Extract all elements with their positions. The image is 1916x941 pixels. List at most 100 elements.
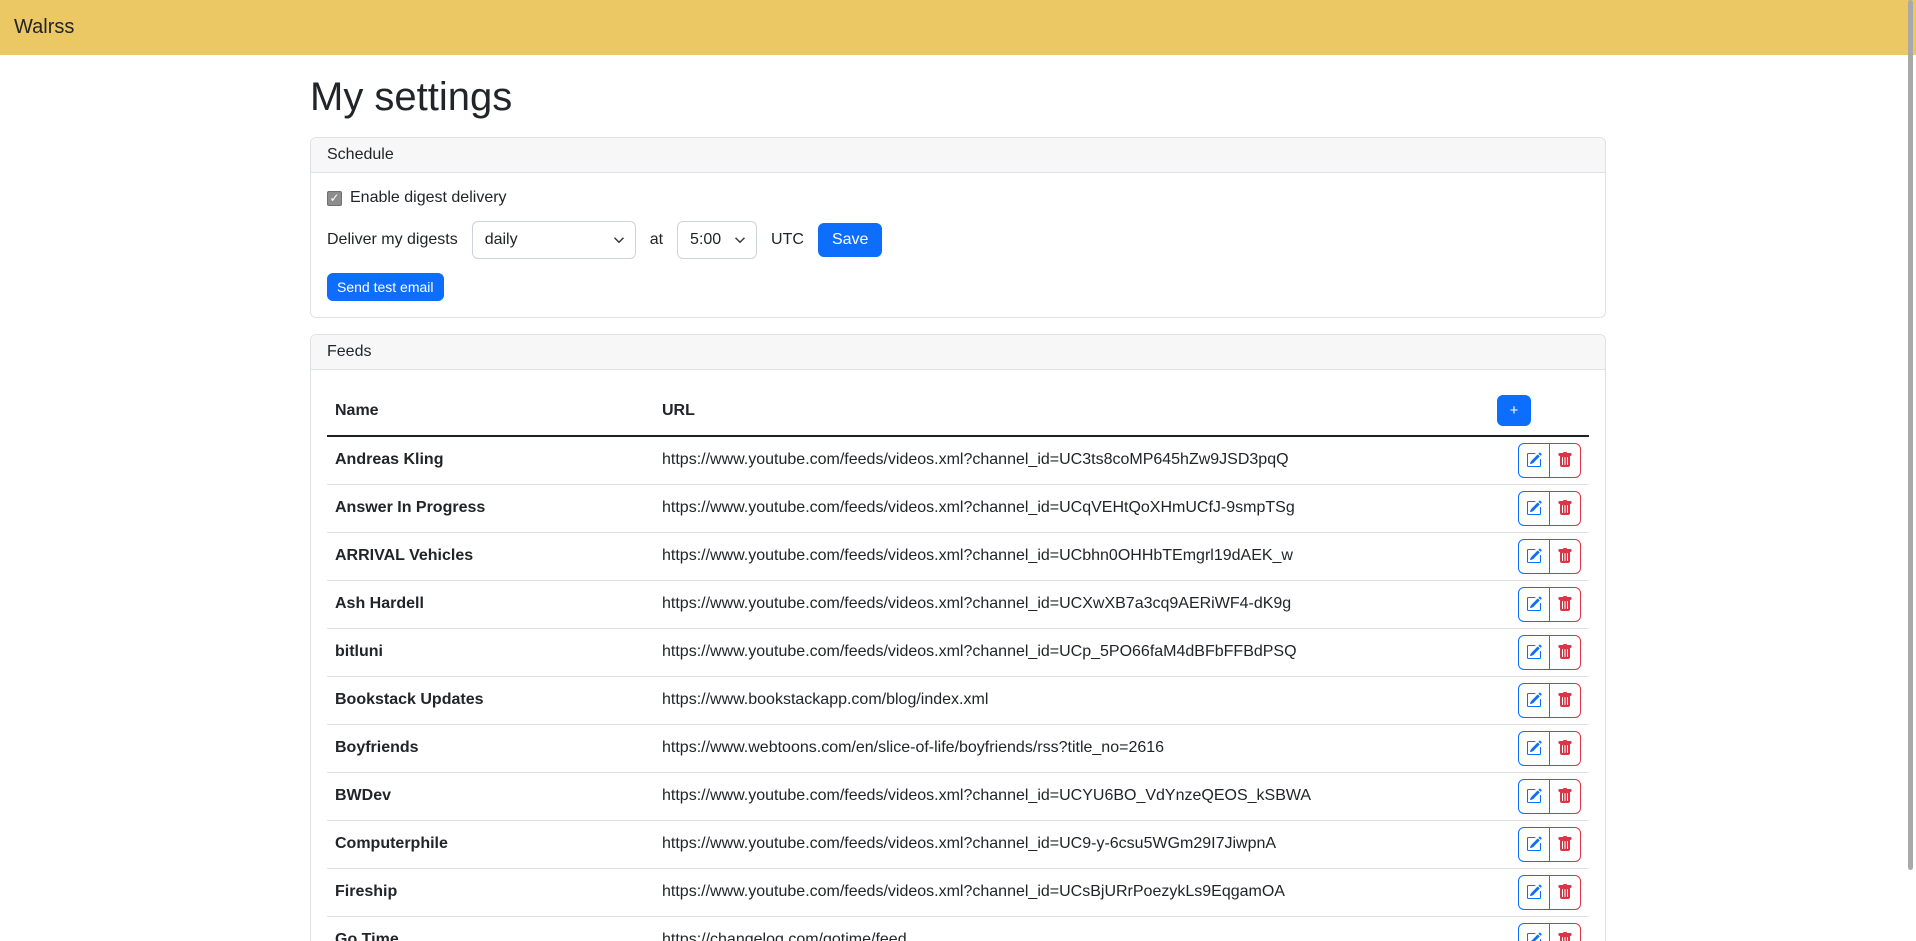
enable-digest-checkbox[interactable]: ✓ <box>327 191 342 206</box>
enable-digest-label: Enable digest delivery <box>350 189 507 207</box>
feed-name: BWDev <box>327 772 654 820</box>
feed-url: https://www.youtube.com/feeds/videos.xml… <box>654 772 1489 820</box>
trash-icon <box>1557 452 1573 468</box>
vertical-scrollbar[interactable] <box>1908 0 1913 870</box>
time-select[interactable]: 5:00 <box>677 221 757 259</box>
edit-button[interactable] <box>1518 539 1550 574</box>
delete-button[interactable] <box>1549 875 1581 910</box>
trash-icon <box>1557 548 1573 564</box>
delete-button[interactable] <box>1549 443 1581 478</box>
edit-button[interactable] <box>1518 635 1550 670</box>
at-label: at <box>650 231 663 249</box>
feed-name: Computerphile <box>327 820 654 868</box>
trash-icon <box>1557 884 1573 900</box>
delete-button[interactable] <box>1549 683 1581 718</box>
table-row: bitluni https://www.youtube.com/feeds/vi… <box>327 628 1589 676</box>
table-row: Answer In Progress https://www.youtube.c… <box>327 484 1589 532</box>
table-row: Computerphile https://www.youtube.com/fe… <box>327 820 1589 868</box>
table-row: ARRIVAL Vehicles https://www.youtube.com… <box>327 532 1589 580</box>
feed-url: https://www.youtube.com/feeds/videos.xml… <box>654 628 1489 676</box>
table-row: Go Time https://changelog.com/gotime/fee… <box>327 916 1589 941</box>
send-test-email-button[interactable]: Send test email <box>327 273 444 301</box>
pencil-square-icon <box>1526 644 1542 660</box>
feed-name: Boyfriends <box>327 724 654 772</box>
column-header-name: Name <box>327 386 654 436</box>
trash-icon <box>1557 932 1573 941</box>
trash-icon <box>1557 644 1573 660</box>
table-row: Boyfriends https://www.webtoons.com/en/s… <box>327 724 1589 772</box>
edit-button[interactable] <box>1518 779 1550 814</box>
pencil-square-icon <box>1526 788 1542 804</box>
delete-button[interactable] <box>1549 587 1581 622</box>
edit-button[interactable] <box>1518 443 1550 478</box>
feed-url: https://www.youtube.com/feeds/videos.xml… <box>654 484 1489 532</box>
feed-name: Ash Hardell <box>327 580 654 628</box>
trash-icon <box>1557 596 1573 612</box>
feeds-table: Name URL + Andreas Kling https://www.you… <box>327 386 1589 941</box>
save-button[interactable]: Save <box>818 223 882 257</box>
table-row: Ash Hardell https://www.youtube.com/feed… <box>327 580 1589 628</box>
row-actions <box>1518 875 1581 910</box>
feeds-table-body: Andreas Kling https://www.youtube.com/fe… <box>327 436 1589 941</box>
delete-button[interactable] <box>1549 923 1581 941</box>
row-actions <box>1518 491 1581 526</box>
deliver-digests-label: Deliver my digests <box>327 231 458 249</box>
pencil-square-icon <box>1526 884 1542 900</box>
delete-button[interactable] <box>1549 827 1581 862</box>
row-actions <box>1518 923 1581 941</box>
page-title: My settings <box>310 73 1606 121</box>
edit-button[interactable] <box>1518 923 1550 941</box>
feed-url: https://www.youtube.com/feeds/videos.xml… <box>654 580 1489 628</box>
row-actions <box>1518 443 1581 478</box>
feed-name: Bookstack Updates <box>327 676 654 724</box>
add-feed-button[interactable]: + <box>1497 395 1531 426</box>
edit-button[interactable] <box>1518 587 1550 622</box>
pencil-square-icon <box>1526 692 1542 708</box>
pencil-square-icon <box>1526 452 1542 468</box>
navbar-brand[interactable]: Walrss <box>14 16 74 39</box>
feed-url: https://www.youtube.com/feeds/videos.xml… <box>654 820 1489 868</box>
delete-button[interactable] <box>1549 779 1581 814</box>
feed-url: https://www.youtube.com/feeds/videos.xml… <box>654 532 1489 580</box>
edit-button[interactable] <box>1518 875 1550 910</box>
pencil-square-icon <box>1526 836 1542 852</box>
trash-icon <box>1557 788 1573 804</box>
table-row: Fireship https://www.youtube.com/feeds/v… <box>327 868 1589 916</box>
schedule-card-header: Schedule <box>311 138 1605 173</box>
delete-button[interactable] <box>1549 635 1581 670</box>
edit-button[interactable] <box>1518 683 1550 718</box>
schedule-card: Schedule ✓ Enable digest delivery Delive… <box>310 137 1606 318</box>
main-container: My settings Schedule ✓ Enable digest del… <box>298 73 1618 941</box>
row-actions <box>1518 587 1581 622</box>
trash-icon <box>1557 836 1573 852</box>
navbar: Walrss <box>0 0 1916 55</box>
row-actions <box>1518 827 1581 862</box>
feed-name: bitluni <box>327 628 654 676</box>
edit-button[interactable] <box>1518 827 1550 862</box>
feed-name: Fireship <box>327 868 654 916</box>
delete-button[interactable] <box>1549 491 1581 526</box>
feed-url: https://www.bookstackapp.com/blog/index.… <box>654 676 1489 724</box>
chevron-down-icon <box>613 234 625 246</box>
row-actions <box>1518 539 1581 574</box>
trash-icon <box>1557 740 1573 756</box>
trash-icon <box>1557 500 1573 516</box>
row-actions <box>1518 779 1581 814</box>
edit-button[interactable] <box>1518 731 1550 766</box>
feed-url: https://www.youtube.com/feeds/videos.xml… <box>654 868 1489 916</box>
feed-name: Go Time <box>327 916 654 941</box>
feeds-table-header-row: Name URL + <box>327 386 1589 436</box>
table-row: Andreas Kling https://www.youtube.com/fe… <box>327 436 1589 484</box>
feeds-card: Feeds Name URL + Andreas Kling https://w… <box>310 334 1606 941</box>
feed-name: ARRIVAL Vehicles <box>327 532 654 580</box>
delete-button[interactable] <box>1549 731 1581 766</box>
chevron-down-icon <box>734 234 746 246</box>
edit-button[interactable] <box>1518 491 1550 526</box>
timezone-label: UTC <box>771 231 804 249</box>
row-actions <box>1518 635 1581 670</box>
pencil-square-icon <box>1526 740 1542 756</box>
schedule-card-body: ✓ Enable digest delivery Deliver my dige… <box>311 173 1605 317</box>
frequency-select[interactable]: daily <box>472 221 636 259</box>
delete-button[interactable] <box>1549 539 1581 574</box>
trash-icon <box>1557 692 1573 708</box>
